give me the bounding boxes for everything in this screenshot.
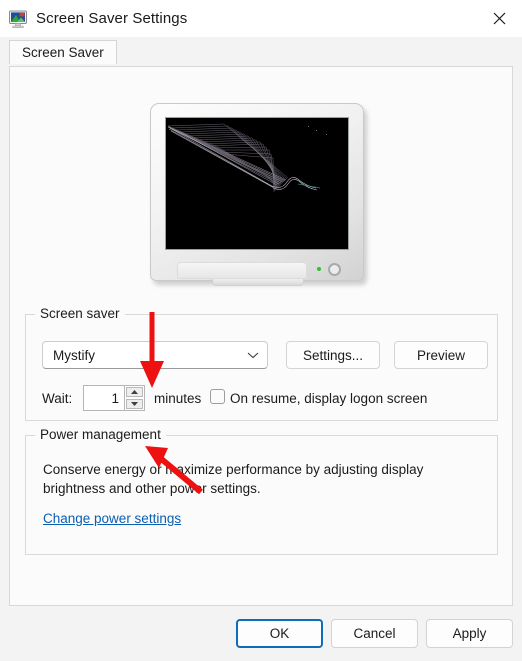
tab-label: Screen Saver (22, 45, 104, 60)
preview-button[interactable]: Preview (394, 341, 488, 369)
monitor-power-button-icon (328, 263, 341, 276)
tab-strip: Screen Saver (0, 37, 522, 64)
tab-page-screen-saver: Screen saver Mystify Settings... Preview… (9, 66, 513, 606)
screen-saver-combobox-value: Mystify (53, 347, 95, 363)
screen-saver-combobox[interactable]: Mystify (42, 341, 268, 369)
settings-button[interactable]: Settings... (286, 341, 380, 369)
mystify-screensaver-pattern (166, 118, 348, 249)
wait-spinner-arrows (124, 386, 144, 410)
window-title: Screen Saver Settings (36, 10, 188, 27)
wait-input[interactable]: 1 (84, 386, 124, 410)
title-bar: Screen Saver Settings (0, 0, 522, 37)
apply-button-label: Apply (452, 626, 487, 641)
minutes-label: minutes (154, 391, 202, 406)
screen-saver-group: Screen saver Mystify Settings... Preview… (25, 306, 498, 421)
change-power-settings-link[interactable]: Change power settings (43, 511, 181, 526)
screen-saver-monitor-icon (8, 9, 28, 29)
tab-screen-saver[interactable]: Screen Saver (9, 40, 117, 64)
monitor-front-panel (177, 262, 307, 279)
power-management-legend: Power management (35, 427, 166, 442)
screen-saver-settings-window: Screen Saver Settings Screen Saver Scree… (0, 0, 522, 661)
spinner-up-icon[interactable] (126, 387, 143, 397)
power-management-description: Conserve energy or maximize performance … (43, 462, 424, 496)
monitor-stand (212, 279, 304, 286)
cancel-button[interactable]: Cancel (331, 619, 418, 648)
power-management-group: Power management Conserve energy or maxi… (25, 427, 498, 555)
wait-spinner[interactable]: 1 (83, 385, 145, 411)
monitor-power-led (317, 267, 321, 271)
cancel-button-label: Cancel (353, 626, 396, 641)
on-resume-label[interactable]: On resume, display logon screen (230, 391, 427, 406)
monitor-preview (10, 103, 512, 293)
dialog-button-bar: OK Cancel Apply (236, 619, 513, 648)
monitor-graphic (150, 103, 372, 293)
monitor-bezel (150, 103, 364, 281)
spinner-down-icon[interactable] (126, 399, 143, 409)
wait-label: Wait: (42, 391, 73, 406)
ok-button-label: OK (269, 626, 290, 641)
ok-button[interactable]: OK (236, 619, 323, 648)
settings-button-label: Settings... (302, 347, 364, 363)
screen-saver-group-legend: Screen saver (35, 306, 125, 321)
close-icon[interactable] (476, 0, 522, 37)
apply-button[interactable]: Apply (426, 619, 513, 648)
chevron-down-icon (247, 351, 259, 359)
preview-button-label: Preview (416, 347, 465, 363)
on-resume-checkbox[interactable] (210, 389, 225, 404)
monitor-screen (165, 117, 349, 250)
